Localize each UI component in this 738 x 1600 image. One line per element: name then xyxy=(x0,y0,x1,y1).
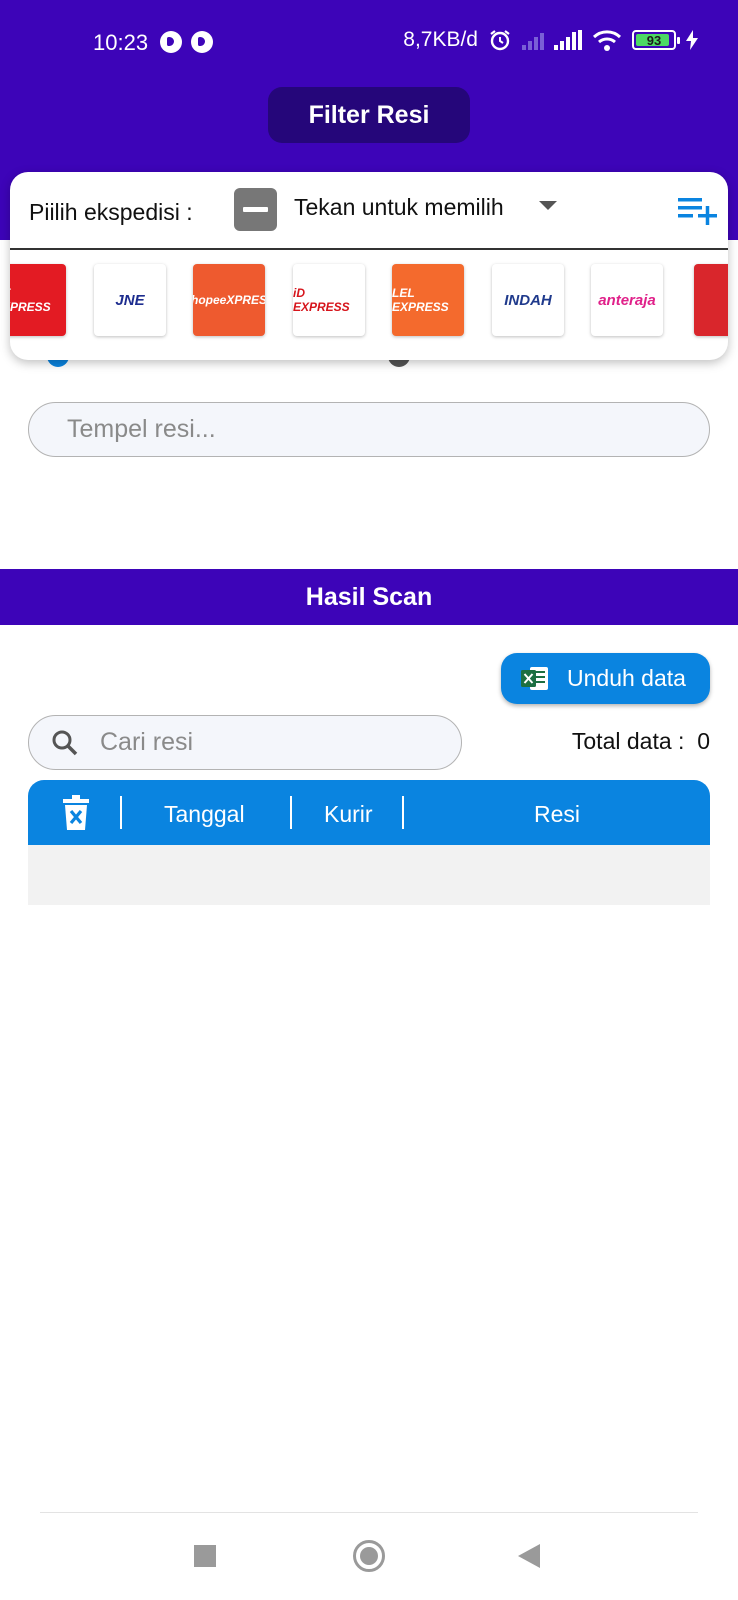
network-rate: 8,7KB/d xyxy=(403,28,478,51)
notification-icon xyxy=(191,31,213,53)
section-title-hasil-scan: Hasil Scan xyxy=(0,569,738,625)
trash-icon[interactable] xyxy=(63,795,89,830)
search-placeholder: Cari resi xyxy=(100,728,194,756)
expedition-label: Piilih ekspedisi : xyxy=(29,199,193,225)
wifi-icon xyxy=(592,30,622,51)
nav-divider xyxy=(40,1512,698,1513)
expedition-selector[interactable]: Tekan untuk memilih xyxy=(294,194,504,221)
column-header-resi[interactable]: Resi xyxy=(534,801,580,828)
total-data-value: 0 xyxy=(697,728,710,754)
signal-sim2-icon xyxy=(522,30,544,50)
status-bar: 10:23 8,7KB/d 93 xyxy=(0,22,738,62)
download-data-button[interactable]: Unduh data xyxy=(501,653,710,704)
column-separator xyxy=(120,796,122,829)
filter-resi-button[interactable]: Filter Resi xyxy=(268,87,470,143)
indeterminate-checkbox[interactable] xyxy=(234,188,277,231)
signal-sim1-icon xyxy=(554,30,582,50)
paste-resi-input[interactable]: Tempel resi... xyxy=(28,402,710,457)
logo-jne[interactable]: JNE xyxy=(94,264,166,336)
search-icon xyxy=(52,730,78,755)
charging-icon xyxy=(686,30,698,50)
battery-icon: 93 xyxy=(632,30,680,50)
expedition-card: Piilih ekspedisi : Tekan untuk memilih &… xyxy=(10,172,728,360)
logo-lion-express[interactable]: LEL EXPRESS xyxy=(392,264,464,336)
playlist-add-icon[interactable] xyxy=(678,195,718,225)
alarm-icon xyxy=(490,30,510,51)
total-data: Total data : 0 xyxy=(572,728,710,755)
table-empty-body xyxy=(28,845,710,905)
total-data-label: Total data : xyxy=(571,728,685,754)
logo-indah-cargo[interactable]: INDAH xyxy=(492,264,564,336)
battery-level: 93 xyxy=(646,32,662,48)
download-button-label: Unduh data xyxy=(567,665,686,691)
excel-icon xyxy=(521,667,548,690)
status-indicators: 8,7KB/d 93 xyxy=(403,28,698,52)
notification-icon xyxy=(160,31,182,53)
column-header-kurir[interactable]: Kurir xyxy=(324,801,373,828)
logo-jnt[interactable]: &T EXPRESS xyxy=(10,264,66,336)
recents-nav-icon[interactable] xyxy=(194,1545,216,1567)
logo-shopee-xpress[interactable]: ShopeeXPRESS xyxy=(193,264,265,336)
logo-anteraja[interactable]: anteraja xyxy=(591,264,663,336)
status-time: 10:23 xyxy=(93,30,149,55)
dropdown-caret-icon[interactable] xyxy=(539,201,557,210)
column-separator xyxy=(402,796,404,829)
logo-partial[interactable] xyxy=(694,264,728,336)
column-header-tanggal[interactable]: Tanggal xyxy=(164,801,245,828)
back-nav-icon[interactable] xyxy=(518,1544,540,1568)
home-nav-icon[interactable] xyxy=(353,1540,385,1572)
logo-id-express[interactable]: iD EXPRESS xyxy=(293,264,365,336)
table-header: Tanggal Kurir Resi xyxy=(28,780,710,845)
column-separator xyxy=(290,796,292,829)
card-divider xyxy=(10,248,728,250)
search-resi-input[interactable]: Cari resi xyxy=(28,715,462,770)
expedition-logo-carousel[interactable]: &T EXPRESS JNE ShopeeXPRESS iD EXPRESS L… xyxy=(10,264,728,339)
